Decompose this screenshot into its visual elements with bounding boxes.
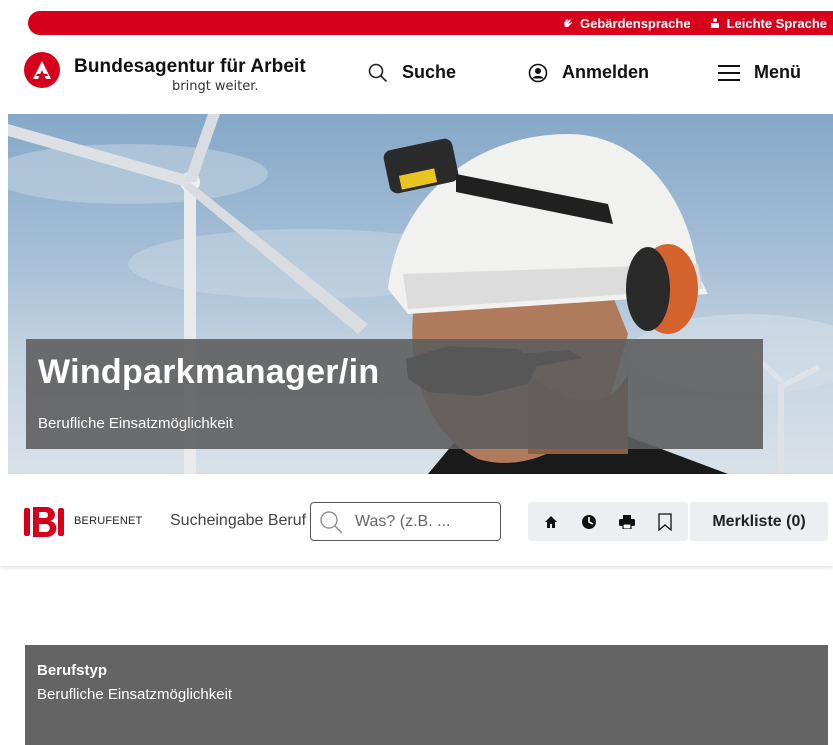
berufenet-label: BERUFENET <box>74 515 143 527</box>
tool-icon-group <box>528 502 688 541</box>
login-label: Anmelden <box>562 62 650 82</box>
easy-language-label: Leichte Sprache <box>726 15 827 31</box>
sign-language-link[interactable]: Gebärdensprache <box>562 16 691 31</box>
hamburger-icon <box>718 64 740 81</box>
berufenet-toolbar: BERUFENET Sucheingabe Beruf Merkliste (0… <box>0 474 833 566</box>
berufstyp-value: Berufliche Einsatzmöglichkeit <box>37 686 233 703</box>
bookmark-icon <box>658 512 672 531</box>
hero-image: Windparkmanager/in Berufliche Einsatzmög… <box>8 114 833 474</box>
search-icon <box>368 63 388 82</box>
brand-name: Bundesagentur für Arbeit <box>74 56 306 77</box>
berufstyp-heading: Berufstyp <box>37 662 108 679</box>
clock-icon <box>582 514 596 529</box>
menu-label: Menü <box>754 62 801 82</box>
home-button[interactable] <box>541 512 561 532</box>
menu-button[interactable]: Menü <box>718 62 801 83</box>
print-icon <box>619 514 635 529</box>
utility-bar: Gebärdensprache Leichte Sprache <box>28 11 833 35</box>
merkliste-button[interactable]: Merkliste (0) <box>690 502 828 541</box>
history-button[interactable] <box>579 512 599 532</box>
brand-slogan: bringt weiter. <box>172 79 259 94</box>
page-subtitle: Berufliche Einsatzmöglichkeit <box>38 415 234 432</box>
hand-icon <box>564 19 573 27</box>
easy-language-link[interactable]: Leichte Sprache <box>709 16 827 31</box>
hero-title-box: Windparkmanager/in Berufliche Einsatzmög… <box>26 339 763 449</box>
ba-logo-icon[interactable] <box>24 52 60 88</box>
user-icon <box>528 63 548 82</box>
magnifier-icon <box>320 510 343 533</box>
job-search-input[interactable] <box>355 512 495 531</box>
login-button[interactable]: Anmelden <box>528 62 649 83</box>
bookmark-button[interactable] <box>655 512 675 532</box>
berufstyp-section: Berufstyp Berufliche Einsatzmöglichkeit <box>25 645 828 745</box>
search-button[interactable]: Suche <box>368 62 456 83</box>
job-search-label: Sucheingabe Beruf <box>170 512 307 529</box>
page-title: Windparkmanager/in <box>38 353 380 391</box>
brand[interactable]: Bundesagentur für Arbeit bringt weiter. <box>74 56 306 94</box>
home-icon <box>545 515 557 528</box>
site-header: Bundesagentur für Arbeit bringt weiter. … <box>0 36 833 114</box>
sign-language-label: Gebärdensprache <box>580 15 691 31</box>
reader-icon <box>710 18 719 28</box>
berufenet-logo-icon[interactable] <box>24 504 64 540</box>
job-search-field[interactable] <box>310 502 501 541</box>
print-button[interactable] <box>617 512 637 532</box>
search-label: Suche <box>402 62 457 82</box>
